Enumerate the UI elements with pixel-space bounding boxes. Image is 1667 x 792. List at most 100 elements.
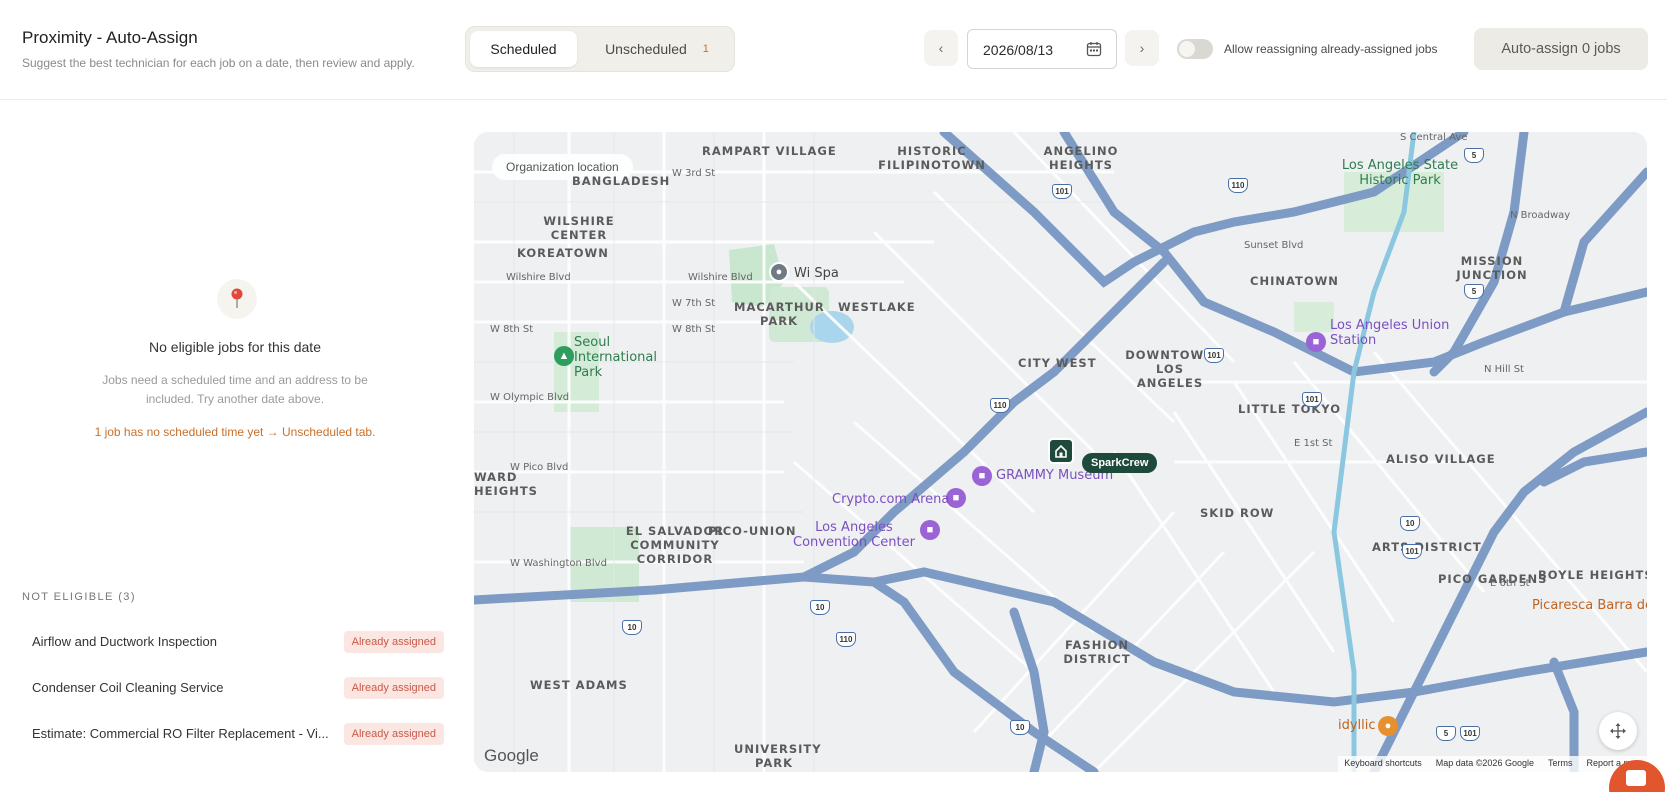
auto-assign-button[interactable]: Auto-assign 0 jobs [1474,28,1648,70]
poi-label[interactable]: idyllic [1338,718,1376,733]
highway-shield: 101 [1460,726,1480,741]
jobs-panel: No eligible jobs for this date Jobs need… [0,101,470,792]
google-logo: Google [484,746,539,765]
street-label: W 3rd St [672,168,716,179]
poi-label[interactable]: Los Angeles Convention Center [784,520,924,550]
map-area-label: MISSION JUNCTION [1456,254,1528,282]
fullscreen-button[interactable] [1599,712,1637,750]
tab-unscheduled[interactable]: Unscheduled 1 [582,31,732,67]
map-attribution: Keyboard shortcuts Map data ©2026 Google… [1338,756,1647,772]
museum-icon[interactable]: ■ [972,466,992,486]
street-label: W 8th St [672,324,716,335]
not-eligible-header: NOT ELIGIBLE (3) [22,591,136,603]
highway-shield: 110 [990,398,1010,413]
toggle-knob [1179,41,1195,57]
street-label: W Washington Blvd [510,558,607,569]
poi-label[interactable]: Picaresca Barra de [1532,598,1647,613]
street-label: W 7th St [672,298,716,309]
map-data-text: Map data ©2026 Google [1435,758,1534,768]
schedule-tabs: Scheduled Unscheduled 1 [465,26,735,72]
next-date-button[interactable]: › [1125,30,1159,66]
reassign-toggle[interactable] [1177,39,1213,59]
tab-scheduled-label: Scheduled [490,41,557,57]
map-area-label: WEST ADAMS [530,678,628,692]
job-name: Estimate: Commercial RO Filter Replaceme… [32,726,329,741]
map-area-label: HISTORIC FILIPINOTOWN [878,144,986,172]
page-header: Proximity - Auto-Assign Suggest the best… [0,0,1667,100]
list-item[interactable]: Airflow and Ductwork Inspection Already … [22,622,444,662]
highway-shield: 10 [622,620,642,635]
list-item[interactable]: Estimate: Commercial RO Filter Replaceme… [22,714,444,754]
map-area-label: ANGELINO HEIGHTS [1043,144,1119,172]
highway-shield: 5 [1464,148,1484,163]
poi-label[interactable]: Wi Spa [794,266,839,281]
keyboard-shortcuts-link[interactable]: Keyboard shortcuts [1344,758,1422,770]
terms-link[interactable]: Terms [1548,758,1573,770]
spa-icon[interactable]: ● [769,262,789,282]
map-area-label: BOYLE HEIGHTS [1538,568,1647,582]
tab-scheduled[interactable]: Scheduled [470,31,577,67]
empty-state-badge [217,279,257,319]
street-label: N Hill St [1484,364,1524,375]
highway-shield: 101 [1402,544,1422,559]
map-area-label: WARD HEIGHTS [474,470,538,498]
train-station-icon[interactable]: ■ [1306,332,1326,352]
map-area-label: LITTLE TOKYO [1238,402,1341,416]
job-name: Airflow and Ductwork Inspection [32,634,217,649]
chevron-left-icon: ‹ [938,40,944,56]
map-area-label: KOREATOWN [517,246,609,260]
tab-unscheduled-label: Unscheduled [605,41,687,57]
street-label: W 8th St [490,324,534,335]
highway-shield: 5 [1436,726,1456,741]
map-area-label: MACARTHUR PARK [734,300,825,328]
date-picker[interactable]: 2026/08/13 [967,29,1117,69]
poi-label[interactable]: Los Angeles State Historic Park [1340,158,1460,188]
page-title: Proximity - Auto-Assign [22,28,198,47]
street-label: E 1st St [1294,438,1333,449]
restaurant-icon[interactable]: ● [1378,716,1398,736]
map-area-label: CHINATOWN [1250,274,1339,288]
status-badge: Already assigned [343,631,444,653]
date-input-value: 2026/08/13 [983,42,1054,58]
empty-state-description: Jobs need a scheduled time and an addres… [102,373,368,406]
highway-shield: 10 [810,600,830,615]
street-label: S Central Ave [1400,132,1468,143]
marker-label[interactable]: SparkCrew [1082,453,1158,473]
highway-shield: 10 [1010,720,1030,735]
chat-icon [1626,770,1646,786]
street-label: N Broadway [1510,210,1571,221]
calendar-icon [1086,42,1102,57]
map-area-label: RAMPART VILLAGE [702,144,837,158]
highway-shield: 5 [1464,284,1484,299]
map-area-label: WESTLAKE [838,300,916,314]
prev-date-button[interactable]: ‹ [924,30,958,66]
poi-label[interactable]: Crypto.com Arena [832,492,949,507]
street-label: W Olympic Blvd [490,392,570,403]
map-area-label: WILSHIRE CENTER [543,214,615,242]
map-area-label: BANGLADESH [572,174,671,188]
highway-shield: 110 [836,632,856,647]
chevron-right-icon: › [1139,40,1145,56]
street-label: Wilshire Blvd [688,272,753,283]
map-area-label: ARTS DISTRICT [1372,540,1482,554]
map-area-label: FASHION DISTRICT [1063,638,1131,666]
empty-state-title: No eligible jobs for this date [149,339,321,355]
expand-icon [1610,723,1626,739]
map-view[interactable]: Organization location RAMPART VILLAGE HI… [474,132,1647,772]
list-item[interactable]: Condenser Coil Cleaning Service Already … [22,668,444,708]
highway-shield: 101 [1204,348,1224,363]
map-area-label: UNIVERSITY PARK [734,742,822,770]
poi-label[interactable]: Seoul International Park [574,335,684,380]
organization-marker[interactable] [1048,438,1074,464]
street-label: W Pico Blvd [510,462,569,473]
street-label: E 6th St [1490,578,1530,589]
status-badge: Already assigned [343,723,444,745]
park-icon[interactable]: ▲ [554,346,574,366]
status-badge: Already assigned [343,677,444,699]
street-label: Wilshire Blvd [506,272,571,283]
unscheduled-note[interactable]: 1 job has no scheduled time yet → Unsche… [0,425,470,439]
poi-label[interactable]: Los Angeles Union Station [1330,318,1450,348]
map-area-label: SKID ROW [1200,506,1275,520]
highway-shield: 110 [1228,178,1248,193]
map-area-label: CITY WEST [1018,356,1097,370]
